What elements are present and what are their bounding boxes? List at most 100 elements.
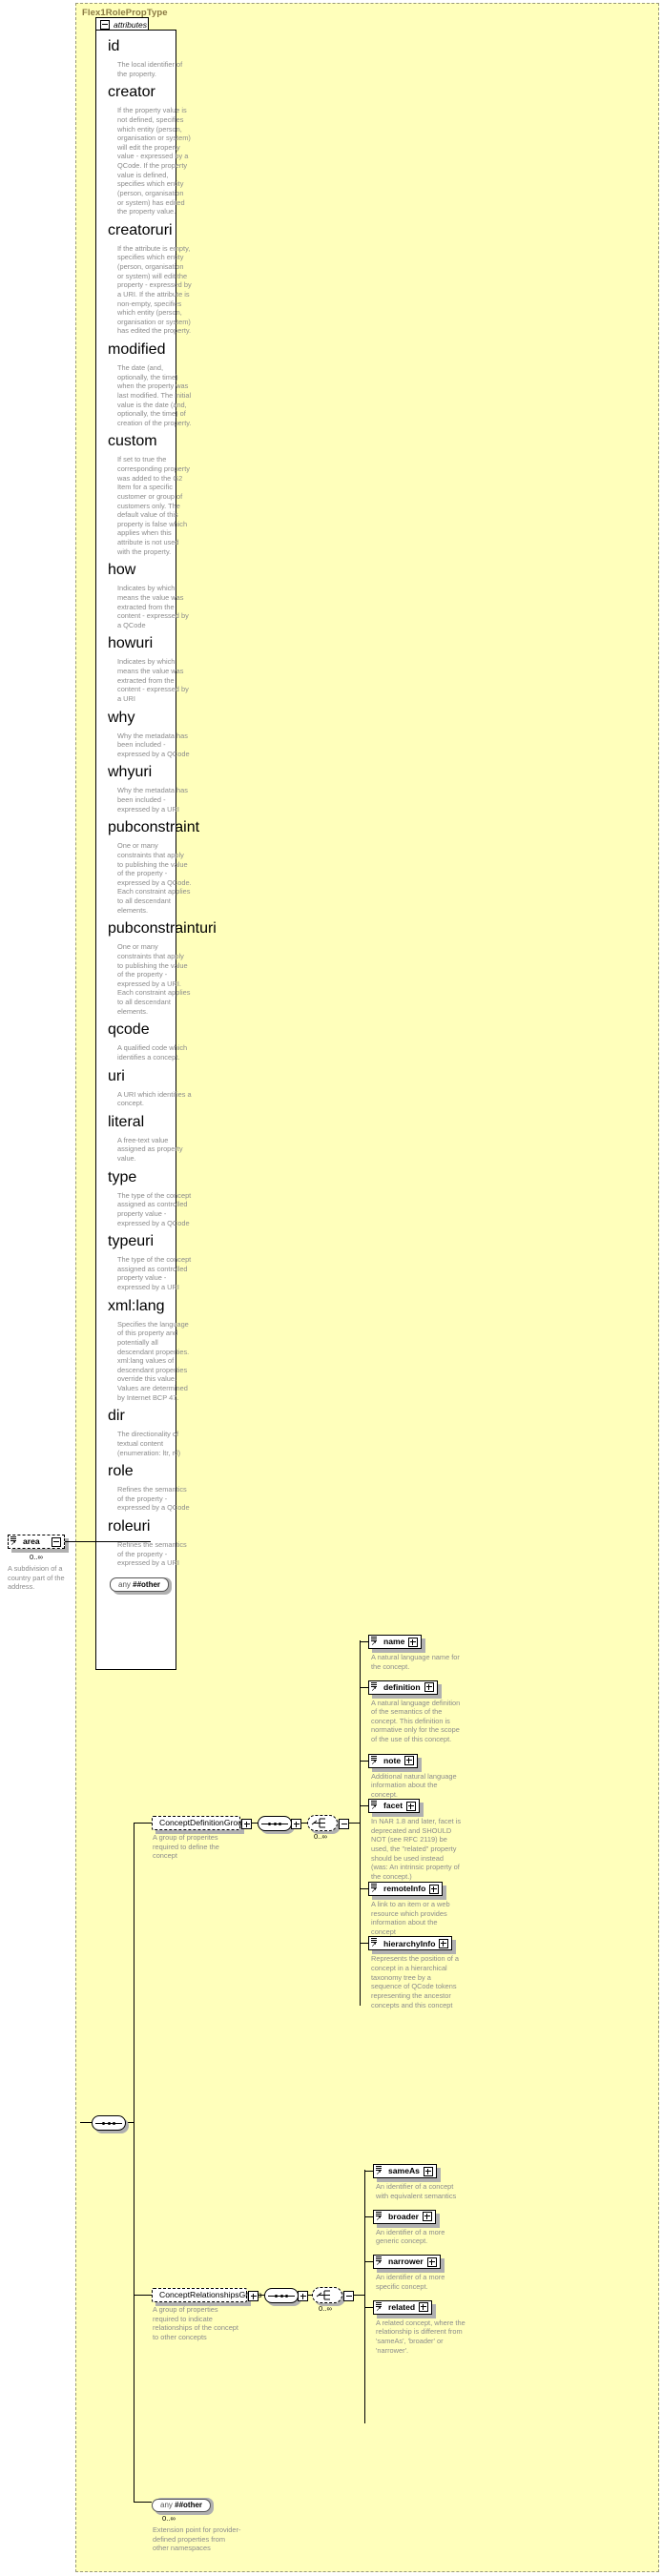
- group-concept-relationships[interactable]: ConceptRelationshipsGroup: [152, 2288, 262, 2306]
- element-remoteinfo[interactable]: ↗ remoteInfo: [368, 1882, 447, 1900]
- connector-child: [360, 1760, 368, 1762]
- expand-icon[interactable]: [424, 1682, 434, 1693]
- element-description: A natural language definition of the sem…: [371, 1698, 461, 1744]
- element-name: name: [383, 1637, 405, 1647]
- attribute-description: Indicates by which means the value was e…: [117, 584, 189, 629]
- attribute-chip[interactable]: role: [108, 1463, 134, 1480]
- rel-choice-connector[interactable]: [312, 2287, 345, 2306]
- element-box[interactable]: ↗ name: [368, 1635, 423, 1649]
- element-box[interactable]: ↗ hierarchyInfo: [368, 1936, 453, 1951]
- attribute-chip[interactable]: whyuri: [108, 764, 152, 781]
- attribute-chip[interactable]: dir: [108, 1408, 125, 1425]
- expand-icon[interactable]: [426, 2257, 437, 2267]
- attribute-chip[interactable]: id: [108, 38, 119, 55]
- element-box[interactable]: ↗ definition: [368, 1680, 438, 1695]
- attribute-chip[interactable]: type: [108, 1169, 136, 1186]
- attribute-name: howuri: [108, 635, 154, 652]
- expand-icon[interactable]: [423, 2212, 432, 2222]
- group-box[interactable]: ConceptRelationshipsGroup: [152, 2288, 262, 2302]
- element-note[interactable]: ↗ note: [368, 1753, 423, 1772]
- attribute-chip[interactable]: creator: [108, 84, 155, 101]
- sequence-icon[interactable]: [264, 2288, 299, 2303]
- attribute-description: The directionality of textual content (e…: [117, 1430, 181, 1457]
- choice-icon[interactable]: [312, 2287, 342, 2303]
- group-rel-expand-icon[interactable]: [248, 2291, 259, 2301]
- element-definition[interactable]: ↗ definition: [368, 1680, 442, 1699]
- attribute-chip[interactable]: how: [108, 562, 135, 579]
- rel-choice-collapse-icon[interactable]: [343, 2291, 354, 2301]
- attributes-tab[interactable]: attributes: [95, 17, 149, 31]
- attributes-any-other[interactable]: any ##other: [110, 1575, 173, 1595]
- expand-icon[interactable]: [408, 1637, 419, 1647]
- attribute-description: The date (and, optionally, the time) whe…: [117, 363, 192, 427]
- any-namespace: ##other: [175, 2501, 203, 2509]
- element-box[interactable]: ↗ facet: [368, 1799, 421, 1814]
- element-name: remoteInfo: [383, 1884, 426, 1894]
- element-related[interactable]: ↗ related: [373, 2299, 437, 2318]
- element-box[interactable]: ↗ related: [373, 2299, 433, 2315]
- def-seq-expand-icon[interactable]: [291, 1819, 301, 1829]
- attribute-chip[interactable]: pubconstrainturi: [108, 920, 217, 938]
- attribute-chip[interactable]: creatoruri: [108, 222, 173, 239]
- reference-arrow-icon: ↗: [371, 1942, 377, 1949]
- def-sequence-connector[interactable]: [258, 1816, 295, 1834]
- attribute-name: pubconstrainturi: [108, 920, 217, 938]
- attribute-chip[interactable]: pubconstraint: [108, 819, 199, 836]
- expand-icon[interactable]: [406, 1801, 417, 1811]
- attribute-chip[interactable]: modified: [108, 341, 165, 359]
- element-box[interactable]: ↗ area: [8, 1535, 65, 1549]
- attribute-chip[interactable]: literal: [108, 1114, 144, 1131]
- attribute-chip[interactable]: roleuri: [108, 1518, 150, 1535]
- element-box[interactable]: ↗ note: [368, 1753, 419, 1768]
- root-sequence-connector[interactable]: [92, 2115, 129, 2133]
- element-box[interactable]: ↗ broader: [373, 2209, 436, 2224]
- sequence-icon[interactable]: [258, 1816, 292, 1831]
- group-box[interactable]: ConceptDefinitionGroup: [152, 1816, 247, 1830]
- element-box[interactable]: ↗ narrower: [373, 2255, 441, 2270]
- collapse-icon[interactable]: [52, 1536, 61, 1547]
- content-any-other[interactable]: any ##other: [152, 2495, 215, 2516]
- sequence-bar: [268, 2295, 295, 2297]
- group-concept-definition[interactable]: ConceptDefinitionGroup: [152, 1816, 247, 1834]
- attribute-chip[interactable]: uri: [108, 1068, 125, 1085]
- element-name[interactable]: ↗ name: [368, 1635, 426, 1653]
- element-broader[interactable]: ↗ broader: [373, 2209, 440, 2228]
- expand-icon[interactable]: [423, 2166, 433, 2176]
- attribute-chip[interactable]: custom: [108, 433, 157, 450]
- reference-arrow-icon: ↗: [10, 1540, 16, 1547]
- element-box[interactable]: ↗ remoteInfo: [368, 1882, 444, 1896]
- choice-icon[interactable]: [307, 1815, 338, 1831]
- choice-glyph: [311, 1818, 325, 1828]
- element-area[interactable]: ↗ area: [8, 1535, 69, 1553]
- element-hierarchyinfo[interactable]: ↗ hierarchyInfo: [368, 1936, 457, 1955]
- attribute-chip[interactable]: typeuri: [108, 1233, 154, 1250]
- attribute-chip[interactable]: qcode: [108, 1021, 150, 1039]
- element-sameas[interactable]: ↗ sameAs: [373, 2164, 441, 2182]
- attribute-chip[interactable]: howuri: [108, 635, 153, 652]
- group-def-expand-icon[interactable]: [241, 1819, 252, 1829]
- element-name: facet: [383, 1801, 403, 1811]
- connector-area: [65, 1541, 151, 1542]
- def-choice-connector[interactable]: [307, 1815, 341, 1834]
- expand-icon[interactable]: [429, 1884, 440, 1894]
- any-box[interactable]: any ##other: [152, 2498, 212, 2513]
- attribute-description: The type of the concept assigned as cont…: [117, 1190, 192, 1227]
- element-box[interactable]: ↗ sameAs: [373, 2164, 437, 2178]
- expand-icon[interactable]: [419, 2302, 429, 2313]
- collapse-attributes-icon[interactable]: [100, 19, 110, 30]
- rel-seq-expand-icon[interactable]: [298, 2291, 308, 2301]
- rel-sequence-connector[interactable]: [264, 2288, 301, 2306]
- attribute-chip[interactable]: why: [108, 710, 134, 727]
- expand-icon[interactable]: [404, 1756, 415, 1766]
- def-choice-collapse-icon[interactable]: [339, 1819, 349, 1829]
- expand-icon[interactable]: [439, 1938, 449, 1948]
- attribute-description: A URI which identifies a concept.: [117, 1089, 192, 1108]
- attribute-chip[interactable]: xml:lang: [108, 1298, 165, 1315]
- content-any-description: Extension point for provider-defined pro…: [153, 2525, 241, 2553]
- sequence-icon[interactable]: [92, 2115, 126, 2131]
- attribute-name: how: [108, 562, 136, 579]
- any-box[interactable]: any ##other: [110, 1577, 170, 1592]
- element-narrower[interactable]: ↗ narrower: [373, 2255, 445, 2274]
- element-facet[interactable]: ↗ facet: [368, 1799, 424, 1818]
- connector-child: [360, 1686, 368, 1688]
